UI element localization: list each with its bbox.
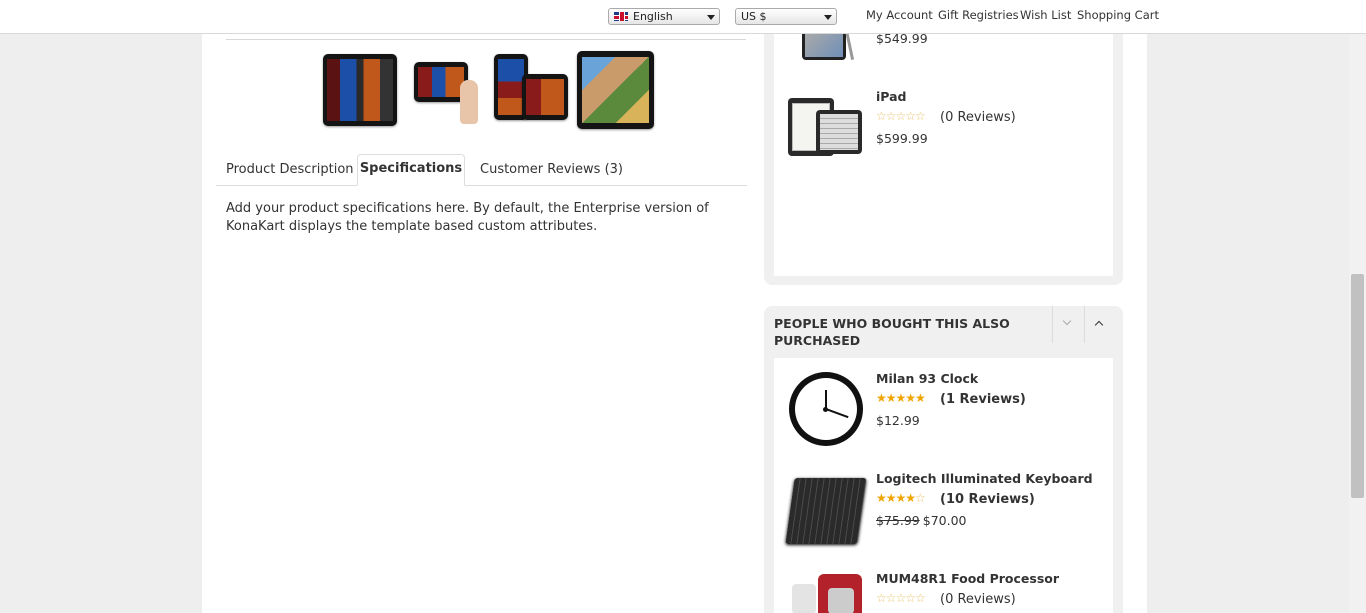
product-name[interactable]: iPad (876, 89, 907, 104)
rating-stars: ★★★★☆ (876, 491, 926, 505)
rating-stars: ☆☆☆☆☆ (876, 591, 926, 605)
sale-price: $70.00 (922, 513, 967, 528)
chevron-down-icon (824, 15, 832, 20)
review-count[interactable]: (1 Reviews) (940, 392, 1026, 407)
top-bar: English US $ My Account Gift Registries … (0, 0, 1366, 34)
product-name[interactable]: Logitech Illuminated Keyboard (876, 471, 1093, 486)
uk-flag-icon (614, 12, 628, 21)
shopping-cart-link[interactable]: Shopping Cart (1077, 8, 1159, 22)
food-processor-product-image[interactable] (788, 572, 864, 613)
review-count[interactable]: (0 Reviews) (940, 110, 1016, 125)
tab-specifications[interactable]: Specifications (357, 154, 465, 186)
old-price: $75.99 (876, 513, 920, 528)
chevron-up-icon (1094, 320, 1104, 330)
my-account-link[interactable]: My Account (866, 8, 933, 22)
product-price: $12.99 (876, 413, 920, 428)
tab-product-description[interactable]: Product Description (226, 162, 354, 177)
currency-select[interactable]: US $ (735, 8, 837, 25)
gift-registries-link[interactable]: Gift Registries (938, 8, 1019, 22)
wish-list-link[interactable]: Wish List (1020, 8, 1071, 22)
clock-product-image[interactable] (787, 370, 865, 448)
tabs-divider (216, 185, 747, 186)
specifications-text: Add your product specifications here. By… (226, 201, 709, 234)
tab-customer-reviews[interactable]: Customer Reviews (3) (480, 162, 623, 177)
review-count[interactable]: (10 Reviews) (940, 492, 1035, 507)
expand-toggle[interactable] (1084, 306, 1116, 343)
also-purchased-title: PEOPLE WHO BOUGHT THIS ALSO PURCHASED (774, 316, 1010, 348)
review-count[interactable]: (0 Reviews) (940, 592, 1016, 607)
collapse-toggle[interactable] (1052, 306, 1084, 343)
language-value: English (633, 10, 673, 23)
product-thumbnail-3[interactable] (492, 54, 570, 124)
currency-value: US $ (741, 10, 767, 23)
product-name[interactable]: MUM48R1 Food Processor (876, 571, 1059, 586)
rating-stars: ★★★★★ (876, 391, 926, 405)
chevron-down-icon (1062, 316, 1072, 326)
rating-stars: ☆☆☆☆☆ (876, 109, 926, 123)
product-price: $599.99 (876, 131, 928, 146)
language-select[interactable]: English (608, 8, 720, 25)
chevron-down-icon (707, 15, 715, 20)
product-price: $75.99 $70.00 (876, 513, 967, 528)
product-name[interactable]: Milan 93 Clock (876, 371, 978, 386)
ipad-product-image[interactable] (786, 96, 864, 158)
divider (226, 39, 746, 40)
product-thumbnail-1[interactable] (322, 52, 398, 128)
scrollbar-thumb[interactable] (1351, 274, 1364, 498)
keyboard-product-image[interactable] (784, 470, 867, 552)
product-thumbnail-4[interactable] (576, 50, 656, 130)
product-thumbnail-2[interactable] (410, 58, 480, 128)
